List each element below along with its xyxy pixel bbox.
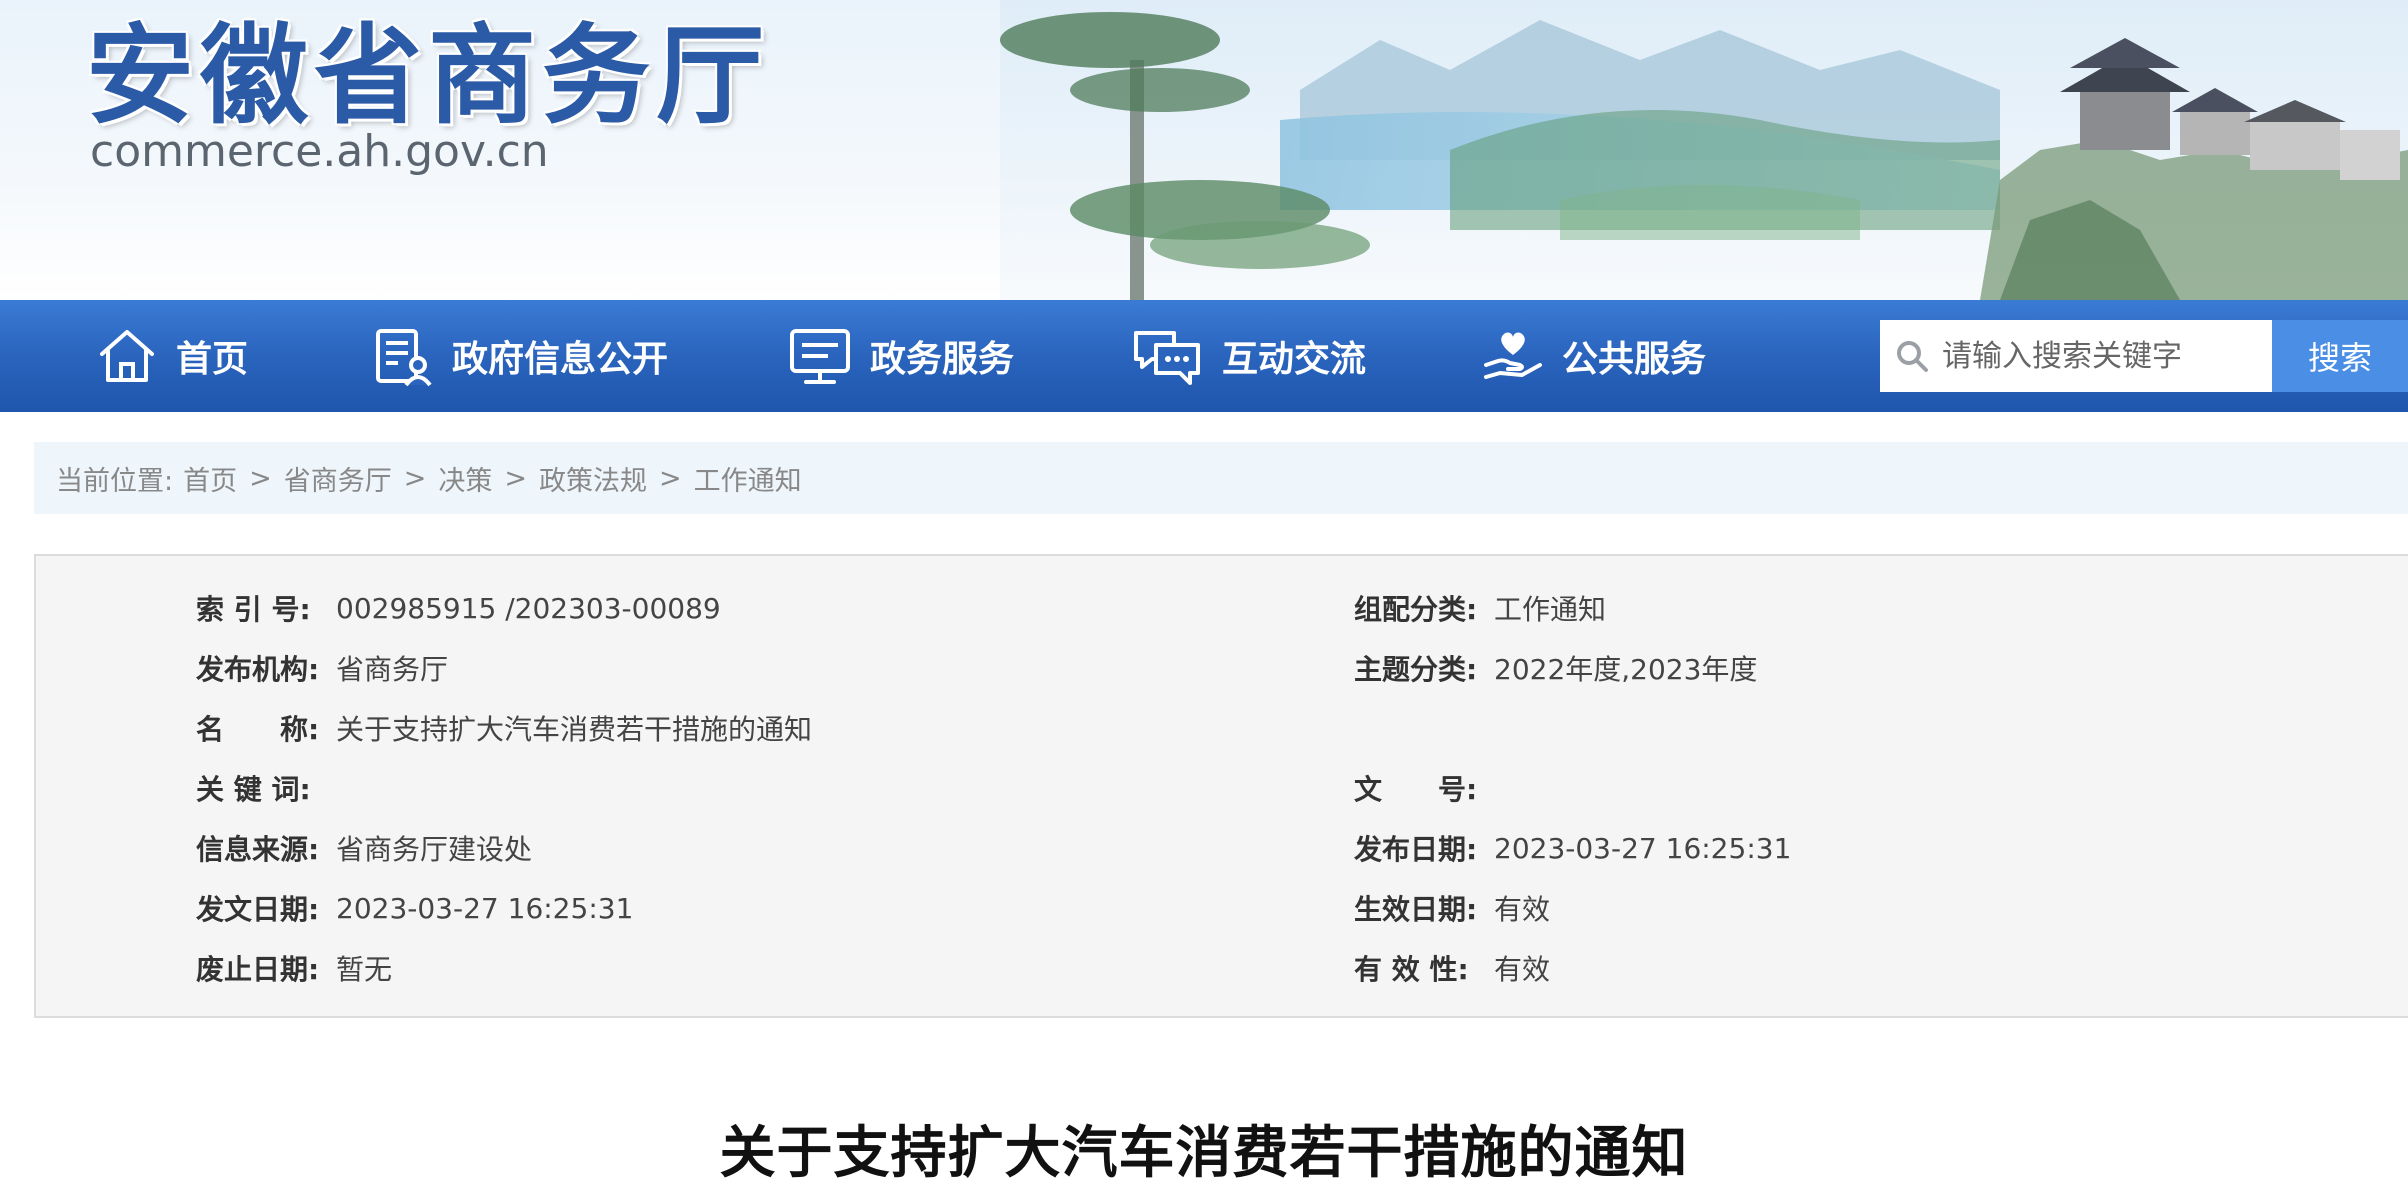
nav-item-home[interactable]: 首页 xyxy=(96,300,248,412)
meta-label: 名 称: xyxy=(196,713,320,746)
nav-label-gov-info: 政府信息公开 xyxy=(452,339,669,380)
meta-label: 主题分类: xyxy=(1354,653,1478,686)
search-button[interactable]: 搜索 xyxy=(2272,320,2408,392)
nav-item-public-service[interactable]: 公共服务 xyxy=(1482,300,1706,412)
nav-label-home: 首页 xyxy=(176,339,249,380)
meta-category: 组配分类: 工作通知 xyxy=(1354,588,1606,628)
breadcrumb-separator: > xyxy=(658,462,682,494)
breadcrumb-separator: > xyxy=(403,462,427,494)
meta-value: 工作通知 xyxy=(1494,593,1607,626)
meta-validity: 有 效 性: 有效 xyxy=(1354,948,1550,988)
meta-value: 2022年度,2023年度 xyxy=(1494,653,1758,686)
breadcrumb: 当前位置: 首页 > 省商务厅 > 决策 > 政策法规 > 工作通知 xyxy=(34,442,2408,514)
document-user-icon xyxy=(376,329,432,387)
meta-value: 暂无 xyxy=(336,953,393,986)
meta-value: 2023-03-27 16:25:31 xyxy=(1494,831,1792,865)
meta-label: 文 号: xyxy=(1354,773,1478,806)
meta-name: 名 称: 关于支持扩大汽车消费若干措施的通知 xyxy=(196,708,812,748)
meta-value: 有效 xyxy=(1494,953,1551,986)
meta-label: 生效日期: xyxy=(1354,893,1478,926)
search-input[interactable] xyxy=(1940,337,2260,375)
meta-label: 组配分类: xyxy=(1354,593,1478,626)
chat-icon xyxy=(1134,331,1200,385)
breadcrumb-separator: > xyxy=(504,462,527,494)
breadcrumb-label: 当前位置: xyxy=(56,465,174,497)
meta-value: 002985915 /202303-00089 xyxy=(336,591,721,625)
document-metadata: 索 引 号: 002985915 /202303-00089 发布机构: 省商务… xyxy=(34,554,2408,1018)
breadcrumb-item-home[interactable]: 首页 xyxy=(183,459,237,498)
meta-label: 发布日期: xyxy=(1354,833,1478,866)
breadcrumb-item-policy[interactable]: 政策法规 xyxy=(539,459,647,498)
search-icon xyxy=(1897,341,1928,372)
breadcrumb-item-dept[interactable]: 省商务厅 xyxy=(284,459,392,498)
nav-item-interaction[interactable]: 互动交流 xyxy=(1130,300,1366,412)
meta-label: 废止日期: xyxy=(196,953,320,986)
breadcrumb-item-notice[interactable]: 工作通知 xyxy=(694,459,802,498)
meta-index-number: 索 引 号: 002985915 /202303-00089 xyxy=(196,588,721,628)
meta-publish-date: 发布日期: 2023-03-27 16:25:31 xyxy=(1354,828,1791,868)
meta-value: 有效 xyxy=(1494,893,1551,926)
home-icon xyxy=(100,330,154,382)
meta-repeal-date: 废止日期: 暂无 xyxy=(196,948,392,988)
nav-label-gov-service: 政务服务 xyxy=(870,339,1015,380)
meta-label: 发布机构: xyxy=(196,653,320,686)
meta-value: 关于支持扩大汽车消费若干措施的通知 xyxy=(336,713,813,746)
site-banner: 安徽省商务厅 commerce.ah.gov.cn xyxy=(0,0,2408,300)
nav-label-public-service: 公共服务 xyxy=(1562,339,1707,380)
meta-doc-number: 文 号: xyxy=(1354,768,1494,808)
monitor-icon xyxy=(790,329,850,384)
landscape-illustration xyxy=(1000,0,2408,300)
site-title: 安徽省商务厅 xyxy=(86,14,771,139)
meta-label: 关 键 词: xyxy=(196,773,311,806)
meta-source: 信息来源: 省商务厅建设处 xyxy=(196,828,532,868)
meta-value: 省商务厅建设处 xyxy=(336,833,533,866)
breadcrumb-item-decision[interactable]: 决策 xyxy=(438,459,492,498)
breadcrumb-separator: > xyxy=(249,462,272,494)
nav-label-interaction: 互动交流 xyxy=(1222,339,1367,380)
meta-label: 有 效 性: xyxy=(1354,953,1469,986)
meta-label: 发文日期: xyxy=(196,893,320,926)
meta-effective-date: 生效日期: 有效 xyxy=(1354,888,1550,928)
meta-label: 索 引 号: xyxy=(196,593,311,626)
meta-publisher: 发布机构: 省商务厅 xyxy=(196,648,448,688)
meta-value: 2023-03-27 16:25:31 xyxy=(336,891,634,925)
search-box xyxy=(1880,320,2272,392)
meta-issue-date: 发文日期: 2023-03-27 16:25:31 xyxy=(196,888,633,928)
meta-label: 信息来源: xyxy=(196,833,320,866)
site-domain: commerce.ah.gov.cn xyxy=(90,126,549,177)
nav-item-gov-service[interactable]: 政务服务 xyxy=(788,300,1014,412)
meta-keywords: 关 键 词: xyxy=(196,768,336,808)
article-title: 关于支持扩大汽车消费若干措施的通知 xyxy=(719,1121,1689,1186)
meta-value: 省商务厅 xyxy=(336,653,449,686)
heart-hand-icon xyxy=(1484,332,1542,379)
nav-item-gov-info[interactable]: 政府信息公开 xyxy=(372,300,668,412)
meta-topic: 主题分类: 2022年度,2023年度 xyxy=(1354,648,1757,688)
